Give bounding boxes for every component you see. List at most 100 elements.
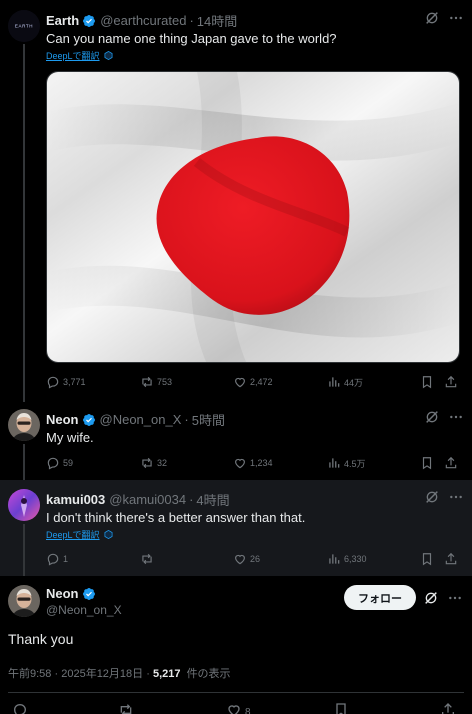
like-count: 26: [250, 554, 261, 564]
author-handle[interactable]: @kamui0034: [109, 492, 186, 507]
repost-button[interactable]: [140, 552, 157, 566]
separator: ·: [146, 668, 153, 680]
thread-line: [23, 44, 25, 402]
avatar[interactable]: [8, 489, 40, 521]
share-icon[interactable]: [444, 375, 458, 389]
tweet-text: Can you name one thing Japan gave to the…: [46, 31, 337, 46]
author-name[interactable]: Neon: [46, 412, 79, 427]
repost-button[interactable]: 32: [140, 456, 167, 470]
avatar[interactable]: EARTH: [8, 10, 40, 42]
bookmark-icon[interactable]: [333, 702, 349, 714]
reply-button[interactable]: 1: [46, 552, 68, 566]
avatar[interactable]: [8, 409, 40, 441]
more-icon[interactable]: [448, 489, 464, 505]
author-handle[interactable]: @Neon_on_X: [100, 412, 182, 427]
timestamp[interactable]: 5時間: [192, 410, 225, 429]
share-icon[interactable]: [440, 702, 456, 714]
repost-icon: [142, 553, 152, 565]
follow-button[interactable]: フォロー: [344, 585, 416, 610]
like-button[interactable]: 2,472: [233, 375, 273, 389]
tweet-earth[interactable]: EARTH Earth @earthcurated · 14時間 Can you…: [0, 0, 472, 402]
reply-icon: [47, 457, 59, 470]
heart-icon: [235, 554, 245, 565]
more-icon[interactable]: [447, 590, 463, 606]
thread-line: [23, 444, 25, 480]
reply-icon[interactable]: [12, 702, 28, 714]
more-icon[interactable]: [448, 10, 464, 26]
separator: ·: [189, 492, 194, 507]
author-name[interactable]: kamui003: [46, 492, 105, 507]
views-button[interactable]: 4.5万: [327, 456, 366, 470]
views-button[interactable]: 6,330: [327, 552, 367, 566]
translate-link[interactable]: DeepLで翻訳: [46, 49, 113, 62]
bookmark-icon[interactable]: [420, 375, 434, 389]
share-icon[interactable]: [444, 456, 458, 470]
thread-line: [23, 524, 25, 576]
heart-icon: [235, 458, 245, 469]
verified-badge-icon: [82, 413, 95, 426]
bookmark-icon[interactable]: [420, 456, 434, 470]
like-button[interactable]: 8: [226, 702, 251, 714]
divider: [8, 692, 464, 693]
timestamp[interactable]: 4時間: [196, 490, 229, 509]
like-count: 2,472: [250, 377, 273, 387]
like-count: 1,234: [250, 458, 273, 468]
separator: ·: [189, 13, 194, 28]
like-button[interactable]: 26: [233, 552, 260, 566]
action-bar: 1 26 6,330: [46, 551, 462, 567]
grok-icon[interactable]: [423, 590, 439, 606]
author-handle[interactable]: @earthcurated: [100, 13, 186, 28]
grok-icon[interactable]: [424, 409, 440, 425]
repost-count: 753: [157, 377, 173, 387]
tweet-text: Thank you: [8, 631, 74, 647]
author-name[interactable]: Neon: [46, 586, 79, 601]
post-time[interactable]: 午前9:58: [8, 668, 51, 680]
repost-button[interactable]: 753: [140, 375, 172, 389]
reply-button[interactable]: 3,771: [46, 375, 86, 389]
views-count: 6,330: [344, 554, 367, 564]
post-date[interactable]: 2025年12月18日: [61, 668, 143, 680]
main-action-bar: 8: [0, 701, 472, 714]
tweet-neon-reply[interactable]: Neon @Neon_on_X · 5時間 My wife. 59 32 1,2…: [0, 400, 472, 480]
verified-badge-icon: [83, 14, 96, 27]
tweet-text: I don't think there's a better answer th…: [46, 510, 306, 525]
bookmark-icon[interactable]: [420, 552, 434, 566]
translate-label[interactable]: DeepLで翻訳: [46, 49, 100, 62]
svg-text:EARTH: EARTH: [15, 24, 33, 29]
action-bar: 3,771 753 2,472 44万: [46, 374, 462, 390]
tweet-kamui-reply[interactable]: kamui003 @kamui0034 · 4時間 I don't think …: [0, 480, 472, 576]
translate-label[interactable]: DeepLで翻訳: [46, 528, 100, 541]
tweet-text: My wife.: [46, 430, 94, 445]
share-icon[interactable]: [444, 552, 458, 566]
grok-icon[interactable]: [424, 10, 440, 26]
like-button[interactable]: 1,234: [233, 456, 273, 470]
deepl-icon: [104, 51, 112, 60]
translate-link[interactable]: DeepLで翻訳: [46, 528, 113, 541]
deepl-icon: [104, 530, 112, 539]
views-icon: [329, 377, 340, 387]
author-name[interactable]: Earth: [46, 13, 79, 28]
media-image[interactable]: [46, 71, 460, 363]
verified-badge-icon: [82, 587, 95, 600]
author-handle[interactable]: @Neon_on_X: [46, 603, 122, 617]
views-button[interactable]: 44万: [327, 375, 363, 389]
reply-icon: [47, 553, 59, 566]
repost-icon[interactable]: [118, 702, 134, 714]
reply-button[interactable]: 59: [46, 456, 73, 470]
grok-icon[interactable]: [424, 489, 440, 505]
views-count: 4.5万: [344, 458, 366, 469]
main-tweet: Neon @Neon_on_X フォロー Thank you 午前9:58 · …: [0, 576, 472, 714]
separator: ·: [184, 412, 189, 427]
views-icon: [329, 458, 340, 468]
japan-flag-image: [47, 72, 459, 362]
reply-count: 1: [63, 554, 69, 564]
views-total: 5,217: [152, 668, 181, 680]
action-bar: 59 32 1,234 4.5万: [46, 455, 462, 471]
heart-icon: [235, 377, 245, 388]
reply-count: 3,771: [63, 377, 86, 387]
avatar[interactable]: [8, 585, 40, 617]
timestamp[interactable]: 14時間: [197, 11, 237, 30]
views-icon: [329, 554, 340, 564]
more-icon[interactable]: [448, 409, 464, 425]
reply-count: 59: [63, 458, 74, 468]
